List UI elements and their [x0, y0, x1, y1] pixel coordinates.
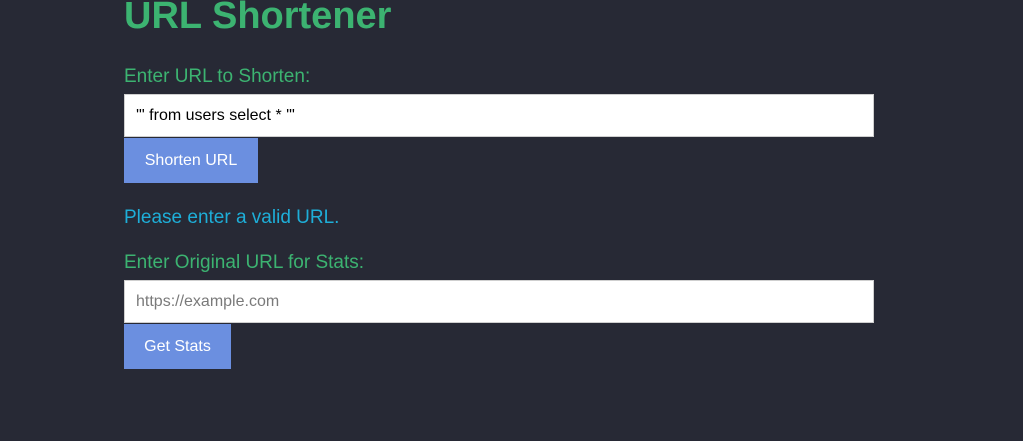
shorten-url-button[interactable]: Shorten URL	[124, 138, 258, 183]
validation-message: Please enter a valid URL.	[124, 207, 340, 228]
stats-url-label: Enter Original URL for Stats:	[124, 252, 365, 273]
shorten-url-label: Enter URL to Shorten:	[124, 66, 311, 87]
page: URL Shortener Enter URL to Shorten: Shor…	[0, 0, 1023, 441]
page-title: URL Shortener	[124, 0, 392, 37]
stats-url-input[interactable]	[124, 280, 874, 323]
get-stats-button[interactable]: Get Stats	[124, 324, 231, 369]
shorten-url-input[interactable]	[124, 94, 874, 137]
